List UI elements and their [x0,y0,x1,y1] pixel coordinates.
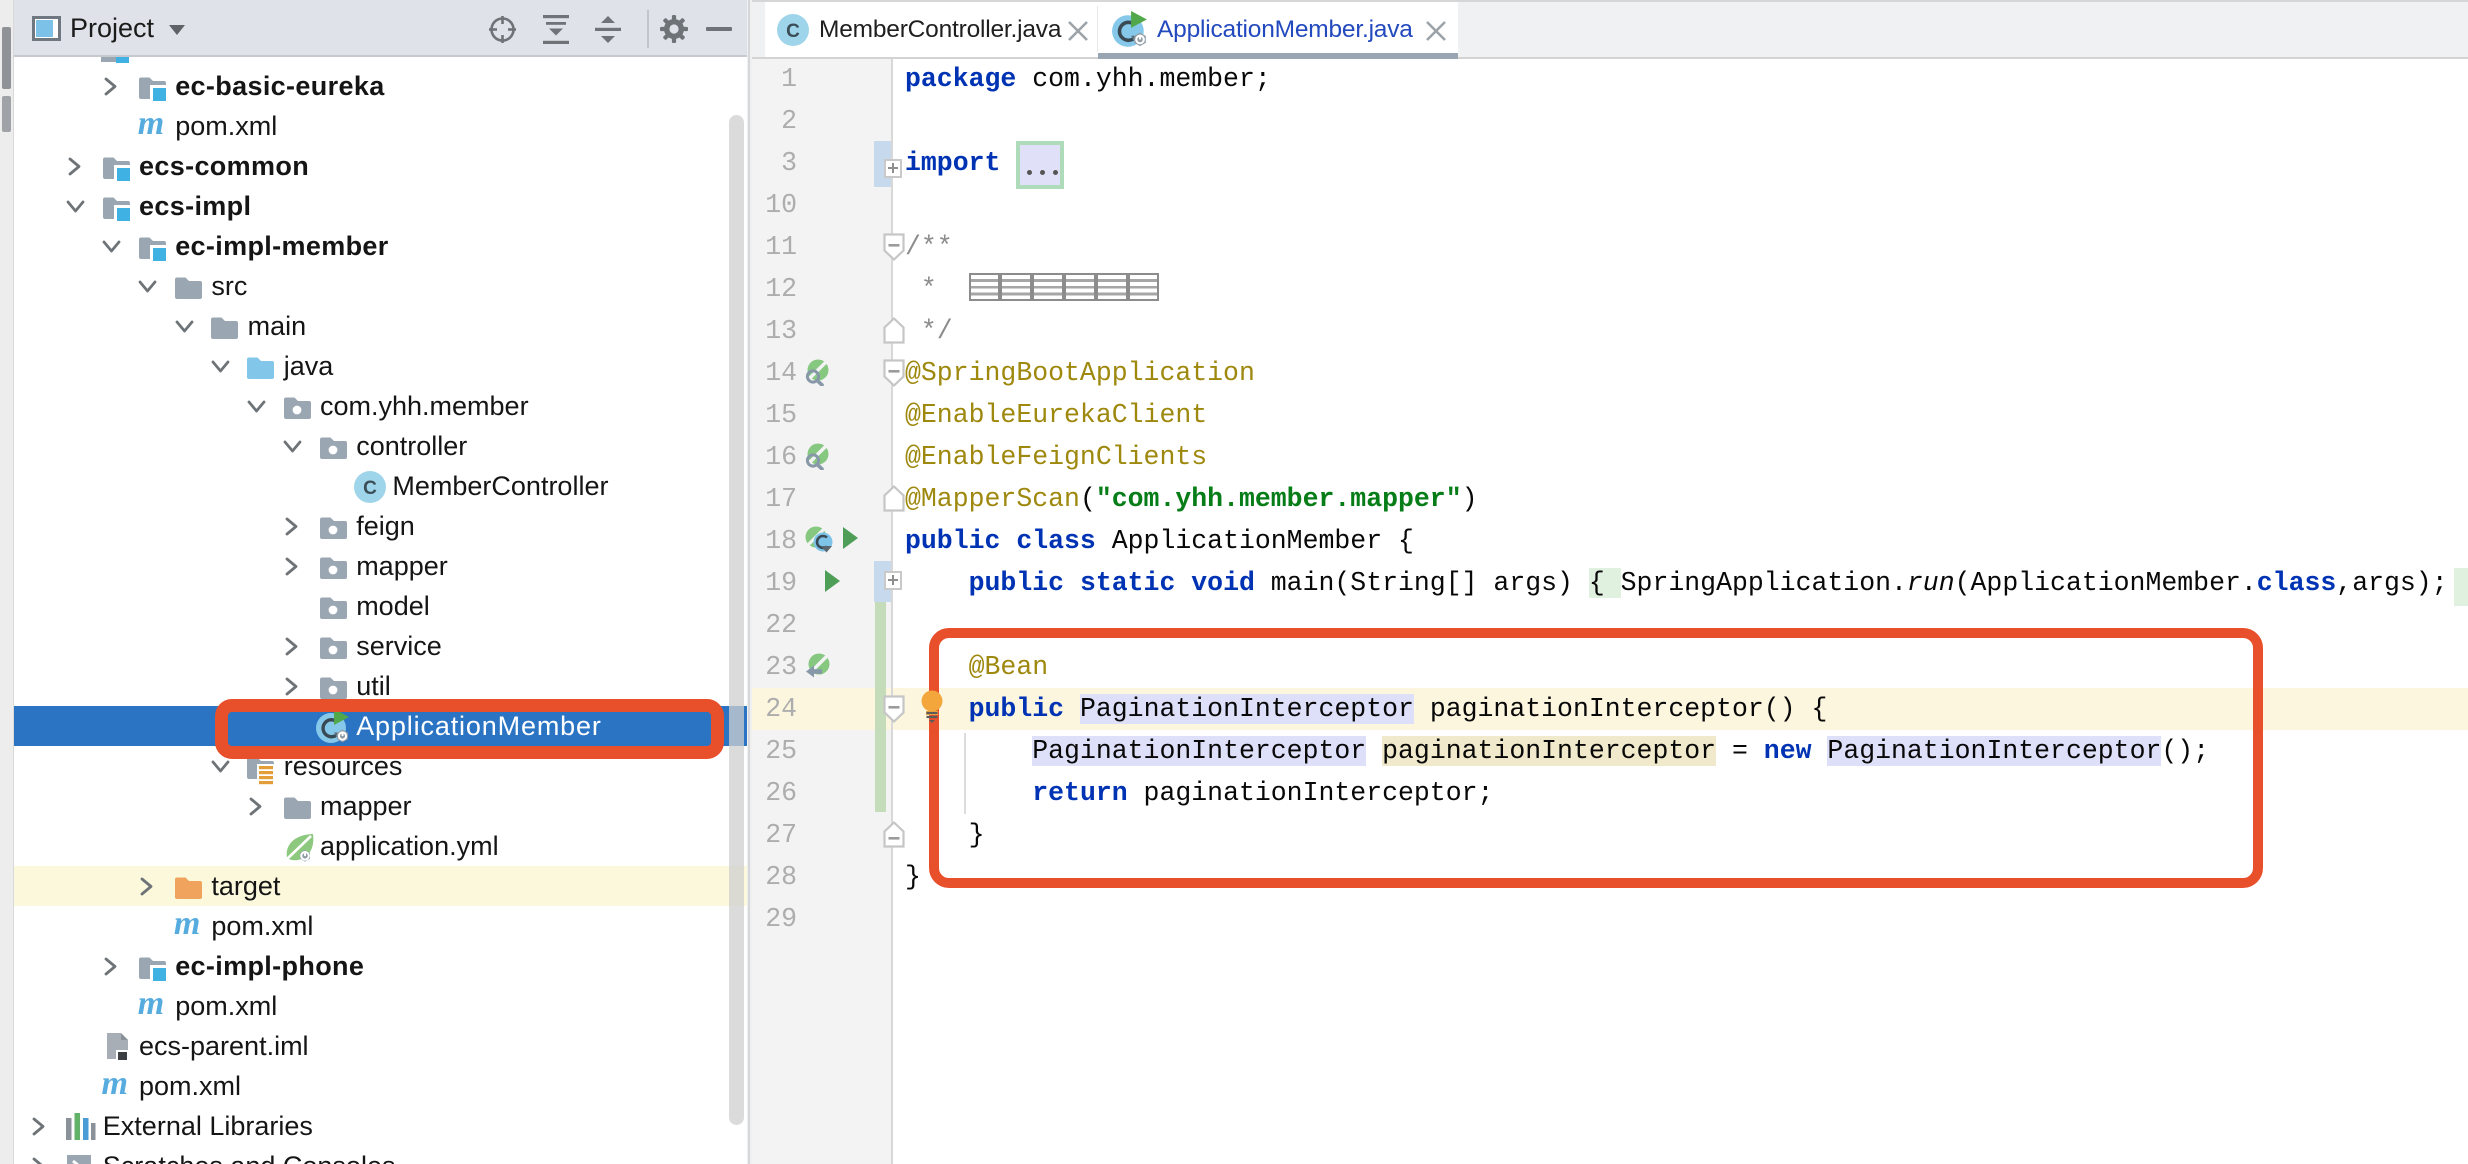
svg-text:C: C [786,21,800,42]
svg-text:C: C [363,478,377,499]
